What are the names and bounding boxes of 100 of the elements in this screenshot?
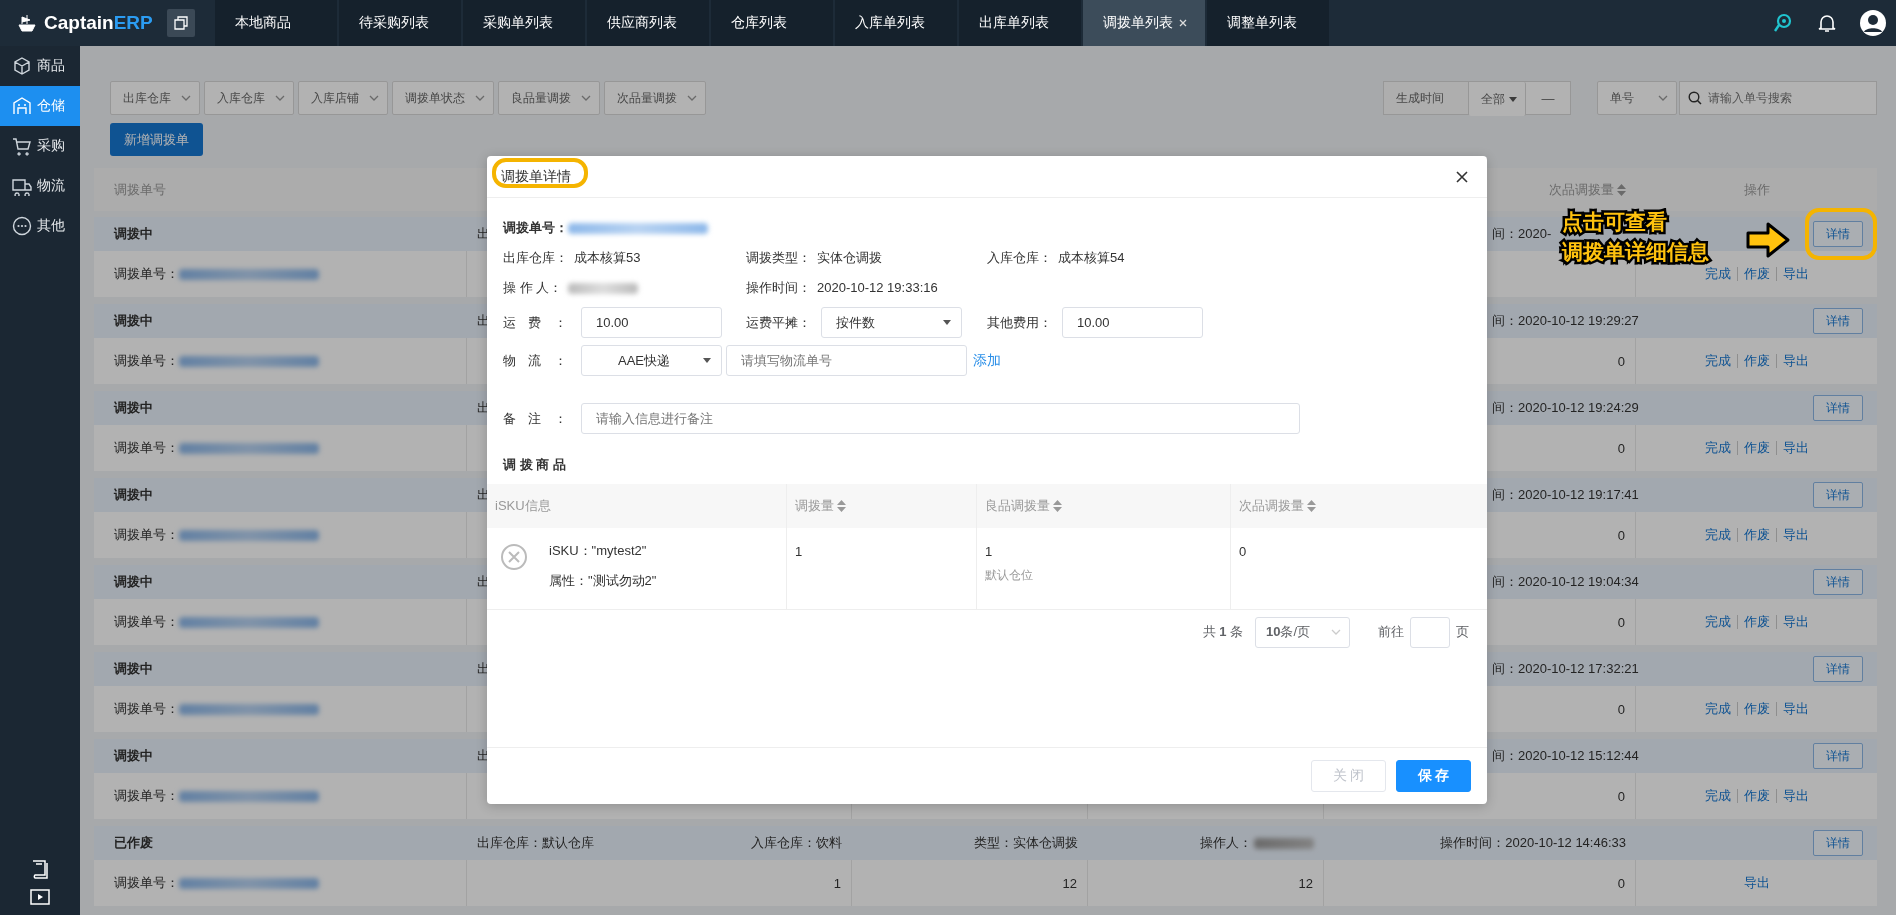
caret-icon: [1658, 95, 1668, 101]
detail-button[interactable]: 详情: [1813, 221, 1863, 247]
table-cell: 1: [833, 875, 841, 891]
search-type-dropdown[interactable]: 单号: [1597, 81, 1677, 115]
add-link[interactable]: 添加: [973, 351, 1001, 370]
time-text: 间：2020-: [1492, 225, 1552, 243]
caret-icon: [687, 95, 697, 101]
windows-button[interactable]: [166, 9, 195, 37]
cart-icon: [12, 136, 32, 156]
nav-tab[interactable]: 出库单列表: [959, 0, 1081, 46]
action-link[interactable]: 作废: [1743, 787, 1770, 805]
action-link[interactable]: 完成: [1704, 613, 1731, 631]
nav-tab[interactable]: 入库单列表: [835, 0, 957, 46]
sidebar-item[interactable]: 物流: [0, 166, 80, 206]
status-text: 调拨中: [114, 747, 153, 765]
arrow-icon: [1745, 221, 1791, 259]
input-field[interactable]: 请输入信息进行备注: [581, 403, 1300, 434]
field-label: 物 流 ：: [503, 351, 567, 370]
sidebar-item[interactable]: 其他: [0, 206, 80, 246]
goto-label: 前往: [1378, 623, 1404, 641]
column-header: 良品调拨量: [977, 484, 1231, 528]
action-link[interactable]: 完成: [1704, 787, 1731, 805]
nav-tab[interactable]: 供应商列表: [587, 0, 709, 46]
field-value: 2020-10-12 19:33:16: [817, 279, 938, 297]
cube-icon: [12, 56, 32, 76]
lens-icon: [1772, 12, 1794, 34]
action-link[interactable]: 作废: [1743, 526, 1770, 544]
action-link[interactable]: 作废: [1743, 439, 1770, 457]
image-placeholder-icon: [499, 542, 529, 572]
action-link[interactable]: 作废: [1743, 613, 1770, 631]
caret-icon: [703, 358, 711, 363]
select-field[interactable]: AAE快递: [581, 345, 722, 376]
search-field[interactable]: 请输入单号搜索: [1679, 81, 1877, 115]
column-header: iSKU信息: [487, 484, 787, 528]
time-text: 间：2020-10-12 19:17:41: [1492, 486, 1639, 504]
action-link[interactable]: 完成: [1704, 439, 1731, 457]
action-link[interactable]: 作废: [1743, 352, 1770, 370]
time-text: 操作时间：2020-10-12 14:46:33: [1440, 834, 1626, 852]
input-field[interactable]: 10.00: [1062, 307, 1203, 338]
new-transfer-button[interactable]: 新增调拨单: [110, 123, 203, 156]
filter-dropdown[interactable]: 调拨单状态: [392, 81, 494, 115]
nav-tab[interactable]: 仓库列表: [711, 0, 833, 46]
action-link[interactable]: 完成: [1704, 352, 1731, 370]
table-cell-text: 1: [985, 544, 994, 559]
detail-button[interactable]: 详情: [1813, 569, 1863, 595]
save-button[interactable]: 保 存: [1396, 760, 1471, 792]
nav-tab[interactable]: 待采购列表: [339, 0, 461, 46]
nav-tab[interactable]: 调整单列表: [1207, 0, 1329, 46]
filter-dropdown[interactable]: 入库仓库: [204, 81, 294, 115]
section-title: 调 拨 商 品: [503, 456, 567, 474]
callout-text: 调拨单详细信息: [1562, 240, 1709, 264]
action-link[interactable]: 导出: [1782, 352, 1809, 370]
caret-icon: [1331, 629, 1341, 635]
time-text: 间：2020-10-12 19:24:29: [1492, 399, 1639, 417]
action-link[interactable]: 导出: [1782, 700, 1809, 718]
detail-button[interactable]: 详情: [1813, 743, 1863, 769]
filter-dropdown[interactable]: 次品量调拨: [604, 81, 706, 115]
order-no-label: 调拨单号：: [114, 874, 179, 892]
order-no-label: 调拨单号：: [114, 265, 179, 283]
detail-button[interactable]: 详情: [1813, 395, 1863, 421]
sidebar-item[interactable]: 商品: [0, 46, 80, 86]
action-link[interactable]: 导出: [1782, 526, 1809, 544]
select-field[interactable]: 按件数: [821, 307, 962, 338]
order-no-label: 调拨单号：: [503, 219, 568, 237]
action-link[interactable]: 导出: [1782, 439, 1809, 457]
action-link[interactable]: 作废: [1743, 265, 1770, 283]
detail-button[interactable]: 详情: [1813, 656, 1863, 682]
table-cell: 0: [1617, 788, 1625, 804]
action-link[interactable]: 导出: [1782, 265, 1809, 283]
action-link[interactable]: 导出: [1782, 613, 1809, 631]
input-field[interactable]: 请填写物流单号: [726, 345, 967, 376]
action-link[interactable]: 完成: [1704, 700, 1731, 718]
table-cell: 0: [1617, 701, 1625, 717]
filter-dropdown[interactable]: 入库店铺: [298, 81, 388, 115]
action-link[interactable]: 完成: [1704, 526, 1731, 544]
copy-icon: [173, 16, 188, 30]
detail-button[interactable]: 详情: [1813, 830, 1863, 856]
sidebar-item[interactable]: 采购: [0, 126, 80, 166]
page-input[interactable]: [1410, 616, 1450, 648]
caret-icon: [475, 95, 485, 101]
nav-tab[interactable]: 调拨单列表: [1083, 0, 1205, 46]
table-cell: 0: [1617, 527, 1625, 543]
action-link[interactable]: 导出: [1782, 787, 1809, 805]
warehouse-text: 出库仓库：默认仓库: [477, 834, 594, 852]
action-link[interactable]: 作废: [1743, 700, 1770, 718]
field-label: 操 作 人：: [503, 279, 563, 297]
nav-tab[interactable]: 本地商品: [215, 0, 337, 46]
detail-button[interactable]: 详情: [1813, 308, 1863, 334]
nav-tab[interactable]: 采购单列表: [463, 0, 585, 46]
attribute-text: 属性："测试勿动2": [549, 572, 657, 590]
action-link[interactable]: 导出: [1743, 874, 1770, 892]
filter-dropdown[interactable]: 良品量调拨: [498, 81, 600, 115]
field-label: 出库仓库：: [503, 249, 568, 267]
caret-icon: [181, 95, 191, 101]
detail-button[interactable]: 详情: [1813, 482, 1863, 508]
filter-dropdown[interactable]: 出库仓库: [110, 81, 200, 115]
input-field[interactable]: 10.00: [581, 307, 722, 338]
page-size-select[interactable]: 10条/页: [1255, 616, 1350, 648]
sidebar-item[interactable]: 仓储: [0, 86, 80, 126]
action-link[interactable]: 完成: [1704, 265, 1731, 283]
